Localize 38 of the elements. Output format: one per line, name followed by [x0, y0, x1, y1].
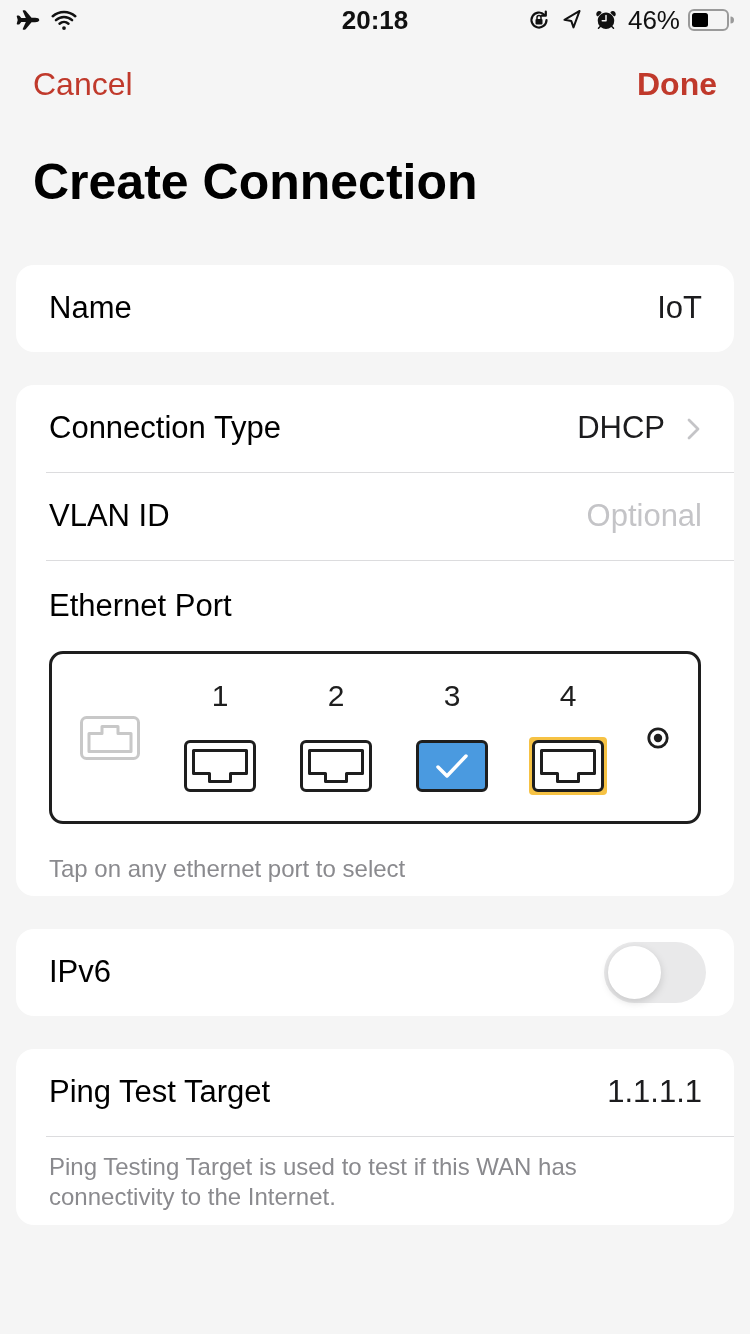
field-label: IPv6 [49, 953, 112, 992]
field-label: Ping Test Target [49, 1073, 271, 1112]
alarm-clock-icon [593, 8, 618, 32]
page-title: Create Connection [32, 153, 479, 212]
checkmark-icon [435, 752, 469, 779]
radio-dot-icon [647, 726, 669, 749]
rotation-lock-icon [527, 9, 550, 31]
port-number: 1 [211, 680, 229, 711]
port-number: 2 [327, 680, 345, 711]
ethernet-port-button[interactable] [416, 739, 488, 792]
footer-text: Ping Testing Target is used to test if this WAN has connectivity to the Internet. [48, 1152, 578, 1212]
toggle-switch[interactable] [604, 942, 706, 1003]
location-arrow-icon [561, 9, 583, 31]
battery-percentage: 46% [627, 3, 680, 37]
ethernet-port-button[interactable] [184, 739, 256, 792]
ethernet-port-icon [80, 715, 140, 760]
chevron-right-icon [687, 417, 700, 440]
ethernet-jack-icon [308, 748, 364, 783]
airplane-icon [16, 8, 40, 32]
ethernet-port-button[interactable] [529, 736, 607, 795]
battery-icon [688, 9, 734, 31]
field-value: 1.1.1.1 [607, 1073, 702, 1112]
cancel-button[interactable]: Cancel [33, 60, 133, 108]
ethernet-jack-icon [192, 748, 248, 783]
field-label: Connection Type [49, 409, 282, 448]
field-label: VLAN ID [49, 497, 170, 536]
status-time: 20:18 [341, 3, 409, 37]
input-field[interactable]: Optional [502, 493, 702, 540]
ethernet-port-button[interactable] [300, 739, 372, 792]
field-label: Ethernet Port [49, 586, 232, 625]
port-number: 3 [443, 680, 461, 711]
ethernet-jack-icon [540, 748, 596, 783]
field-label: Name [49, 289, 132, 328]
port-number: 4 [559, 680, 577, 711]
hint-text: Tap on any ethernet port to select [48, 854, 407, 884]
field-value[interactable]: DHCP [577, 405, 665, 452]
field-value: IoT [657, 289, 702, 328]
done-button[interactable]: Done [637, 60, 717, 108]
